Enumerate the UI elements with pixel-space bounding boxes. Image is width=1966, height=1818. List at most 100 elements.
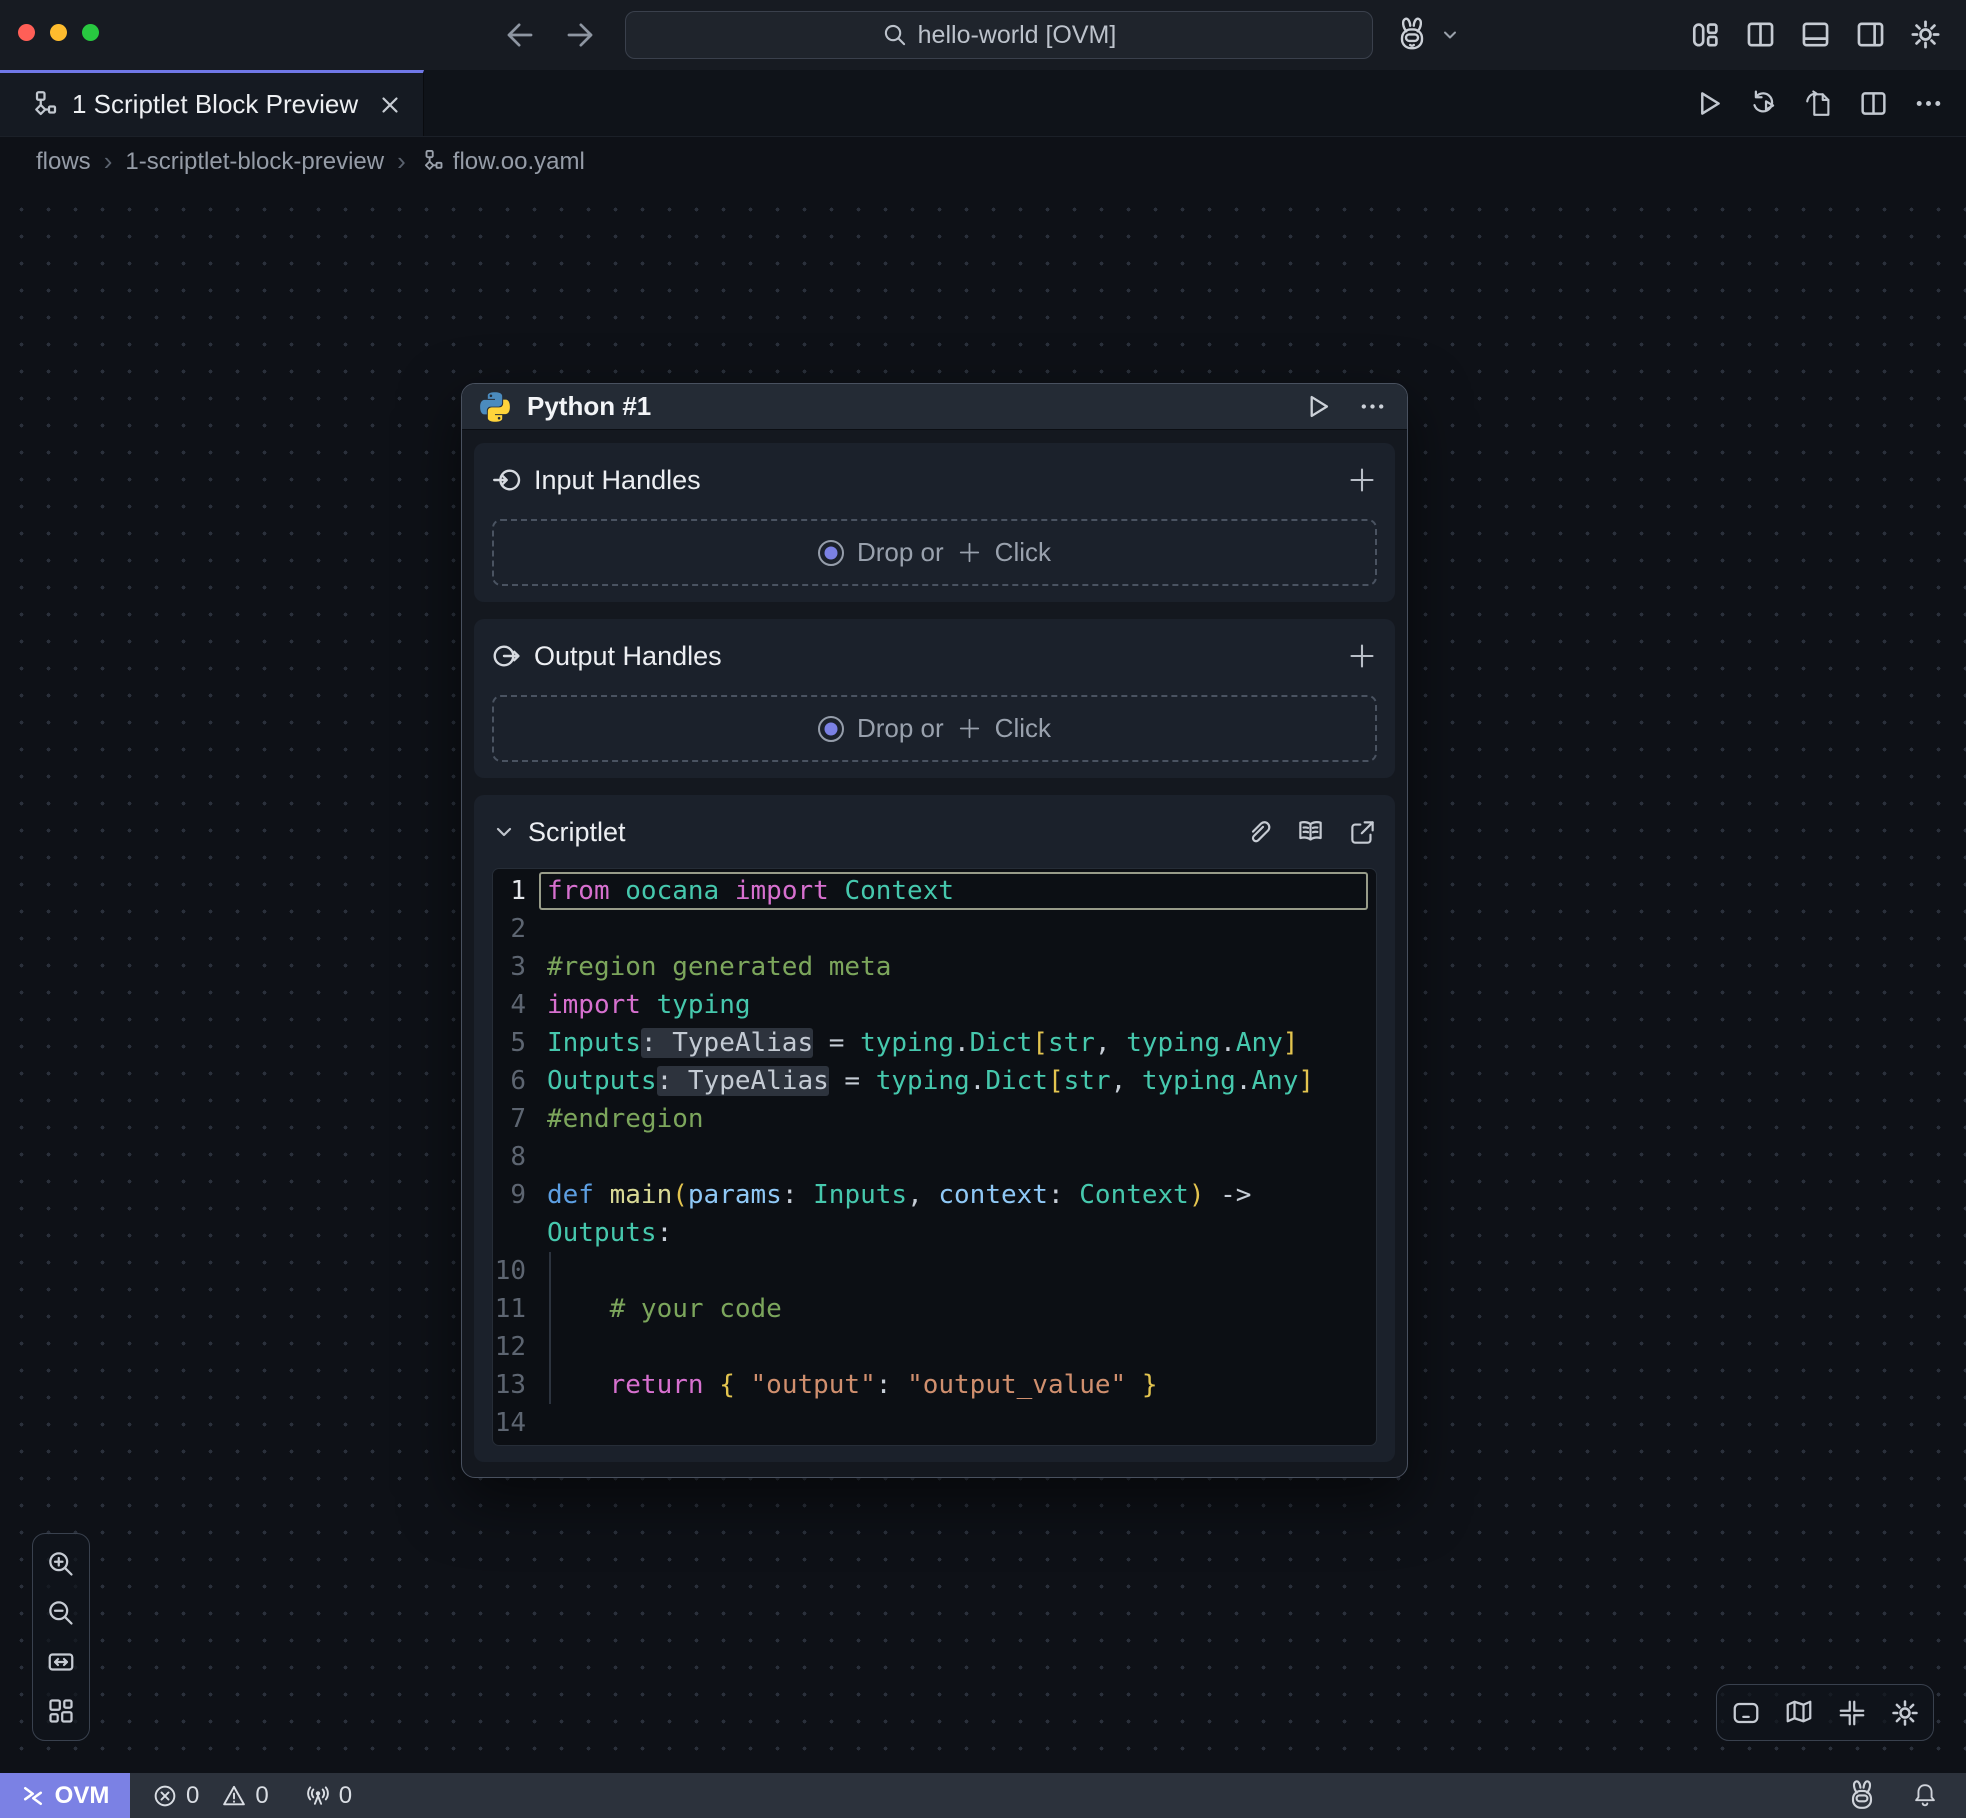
run-node-icon[interactable] — [1303, 392, 1332, 421]
code-line: 11 # your code — [493, 1290, 1368, 1328]
handle-radio-icon — [818, 540, 844, 566]
auto-layout-icon[interactable] — [46, 1696, 76, 1726]
code-line: 13 return { "output": "output_value" } — [493, 1366, 1368, 1404]
zoom-out-icon[interactable] — [46, 1598, 76, 1628]
code-line: 3#region generated meta — [493, 948, 1368, 986]
forwarded-ports[interactable]: 0 — [305, 1782, 352, 1810]
assistant-mascot-icon — [1392, 15, 1432, 55]
assistant-menu[interactable] — [1392, 15, 1460, 55]
breadcrumb-item-folder[interactable]: 1-scriptlet-block-preview — [125, 148, 384, 176]
code-line: 5Inputs: TypeAlias = typing.Dict[str, ty… — [493, 1024, 1368, 1062]
code-line: 8 — [493, 1138, 1368, 1176]
open-external-icon[interactable] — [1348, 818, 1377, 847]
attach-icon[interactable] — [1244, 818, 1273, 847]
panel-right-icon[interactable] — [1854, 18, 1887, 51]
chevron-down-icon — [1440, 25, 1460, 45]
remote-indicator[interactable]: OVM — [0, 1773, 130, 1818]
output-handles-title: Output Handles — [534, 641, 1335, 672]
breadcrumb-item-flows[interactable]: flows — [36, 148, 91, 176]
collapse-chevron-icon[interactable] — [492, 820, 516, 844]
dropzone-text: Click — [995, 713, 1051, 744]
add-output-handle-button[interactable] — [1347, 641, 1377, 671]
input-handles-title: Input Handles — [534, 465, 1335, 496]
minimize-window-button[interactable] — [50, 24, 67, 41]
run-icon[interactable] — [1693, 88, 1724, 119]
output-handle-icon — [492, 641, 522, 671]
split-editor-icon[interactable] — [1858, 88, 1889, 119]
center-view-icon[interactable] — [1837, 1698, 1867, 1728]
docs-book-icon[interactable] — [1296, 818, 1325, 847]
panel-bottom-icon[interactable] — [1799, 18, 1832, 51]
line-number: 2 — [493, 910, 539, 948]
line-number: 13 — [493, 1366, 539, 1404]
line-number: 12 — [493, 1328, 539, 1366]
tab-scriptlet-block-preview[interactable]: 1 Scriptlet Block Preview — [0, 70, 424, 136]
output-handles-section: Output Handles Drop or Click — [474, 619, 1395, 778]
assistant-mascot-icon[interactable] — [1844, 1778, 1880, 1814]
split-panel-left-icon[interactable] — [1744, 18, 1777, 51]
flow-icon — [419, 149, 444, 174]
broadcast-icon — [305, 1783, 331, 1809]
window-controls — [18, 24, 99, 41]
handle-radio-icon — [818, 716, 844, 742]
dropzone-text: Drop or — [857, 713, 944, 744]
flow-icon — [28, 90, 58, 120]
node-more-icon[interactable] — [1358, 392, 1387, 421]
breadcrumb-item-file[interactable]: flow.oo.yaml — [419, 148, 585, 176]
rerun-icon[interactable] — [1748, 88, 1779, 119]
remote-label: OVM — [55, 1782, 110, 1810]
fit-view-icon[interactable] — [46, 1647, 76, 1677]
problems-errors[interactable]: 0 — [152, 1782, 199, 1810]
code-line: 7#endregion — [493, 1100, 1368, 1138]
code-text: Outputs: TypeAlias = typing.Dict[str, ty… — [539, 1062, 1368, 1100]
line-number: 1 — [493, 872, 539, 910]
code-text: def main(params: Inputs, context: Contex… — [539, 1176, 1368, 1214]
code-line: 2 — [493, 910, 1368, 948]
code-text — [539, 910, 1368, 948]
line-number: 8 — [493, 1138, 539, 1176]
node-header[interactable]: Python #1 — [462, 384, 1407, 430]
code-text — [539, 1138, 1368, 1176]
code-line: 14 — [493, 1404, 1368, 1442]
notifications-bell-icon[interactable] — [1910, 1781, 1940, 1811]
output-dropzone[interactable]: Drop or Click — [492, 695, 1377, 762]
warning-icon — [221, 1783, 247, 1809]
close-window-button[interactable] — [18, 24, 35, 41]
open-file-preview-icon[interactable] — [1803, 88, 1834, 119]
maximize-window-button[interactable] — [82, 24, 99, 41]
search-text: hello-world [OVM] — [918, 21, 1117, 50]
minimap-icon[interactable] — [1784, 1698, 1814, 1728]
scriptlet-section: Scriptlet 1from oocana import Context23#… — [474, 795, 1395, 1462]
console-panel-icon[interactable] — [1731, 1698, 1761, 1728]
error-count: 0 — [186, 1782, 199, 1810]
breadcrumb: flows › 1-scriptlet-block-preview › flow… — [0, 137, 1966, 186]
canvas-settings-gear-icon[interactable] — [1890, 1698, 1920, 1728]
command-search-input[interactable]: hello-world [OVM] — [625, 11, 1373, 59]
code-line: 4import typing — [493, 986, 1368, 1024]
tab-title: 1 Scriptlet Block Preview — [72, 89, 363, 120]
settings-gear-icon[interactable] — [1909, 18, 1942, 51]
flow-canvas[interactable]: Python #1 Input Handles Drop o — [0, 186, 1966, 1773]
back-icon[interactable] — [503, 18, 537, 52]
code-text: return { "output": "output_value" } — [539, 1366, 1368, 1404]
more-actions-icon[interactable] — [1913, 88, 1944, 119]
line-number: 11 — [493, 1290, 539, 1328]
layout-components-icon[interactable] — [1689, 18, 1722, 51]
input-handles-section: Input Handles Drop or Click — [474, 443, 1395, 602]
node-body: Input Handles Drop or Click Output Handl — [462, 430, 1407, 1477]
code-line: 12 — [493, 1328, 1368, 1366]
close-tab-icon[interactable] — [377, 92, 403, 118]
code-line: Outputs: — [493, 1214, 1368, 1252]
forward-icon[interactable] — [563, 18, 597, 52]
code-text: Inputs: TypeAlias = typing.Dict[str, typ… — [539, 1024, 1368, 1062]
zoom-in-icon[interactable] — [46, 1549, 76, 1579]
code-text: from oocana import Context — [539, 872, 1368, 910]
problems-warnings[interactable]: 0 — [221, 1782, 268, 1810]
app-window: hello-world [OVM] 1 Scriptlet Block Prev… — [0, 0, 1966, 1818]
breadcrumb-separator: › — [104, 146, 113, 177]
warning-count: 0 — [255, 1782, 268, 1810]
code-editor[interactable]: 1from oocana import Context23#region gen… — [492, 868, 1377, 1446]
add-input-handle-button[interactable] — [1347, 465, 1377, 495]
input-dropzone[interactable]: Drop or Click — [492, 519, 1377, 586]
node-card-python-1[interactable]: Python #1 Input Handles Drop o — [461, 383, 1408, 1478]
